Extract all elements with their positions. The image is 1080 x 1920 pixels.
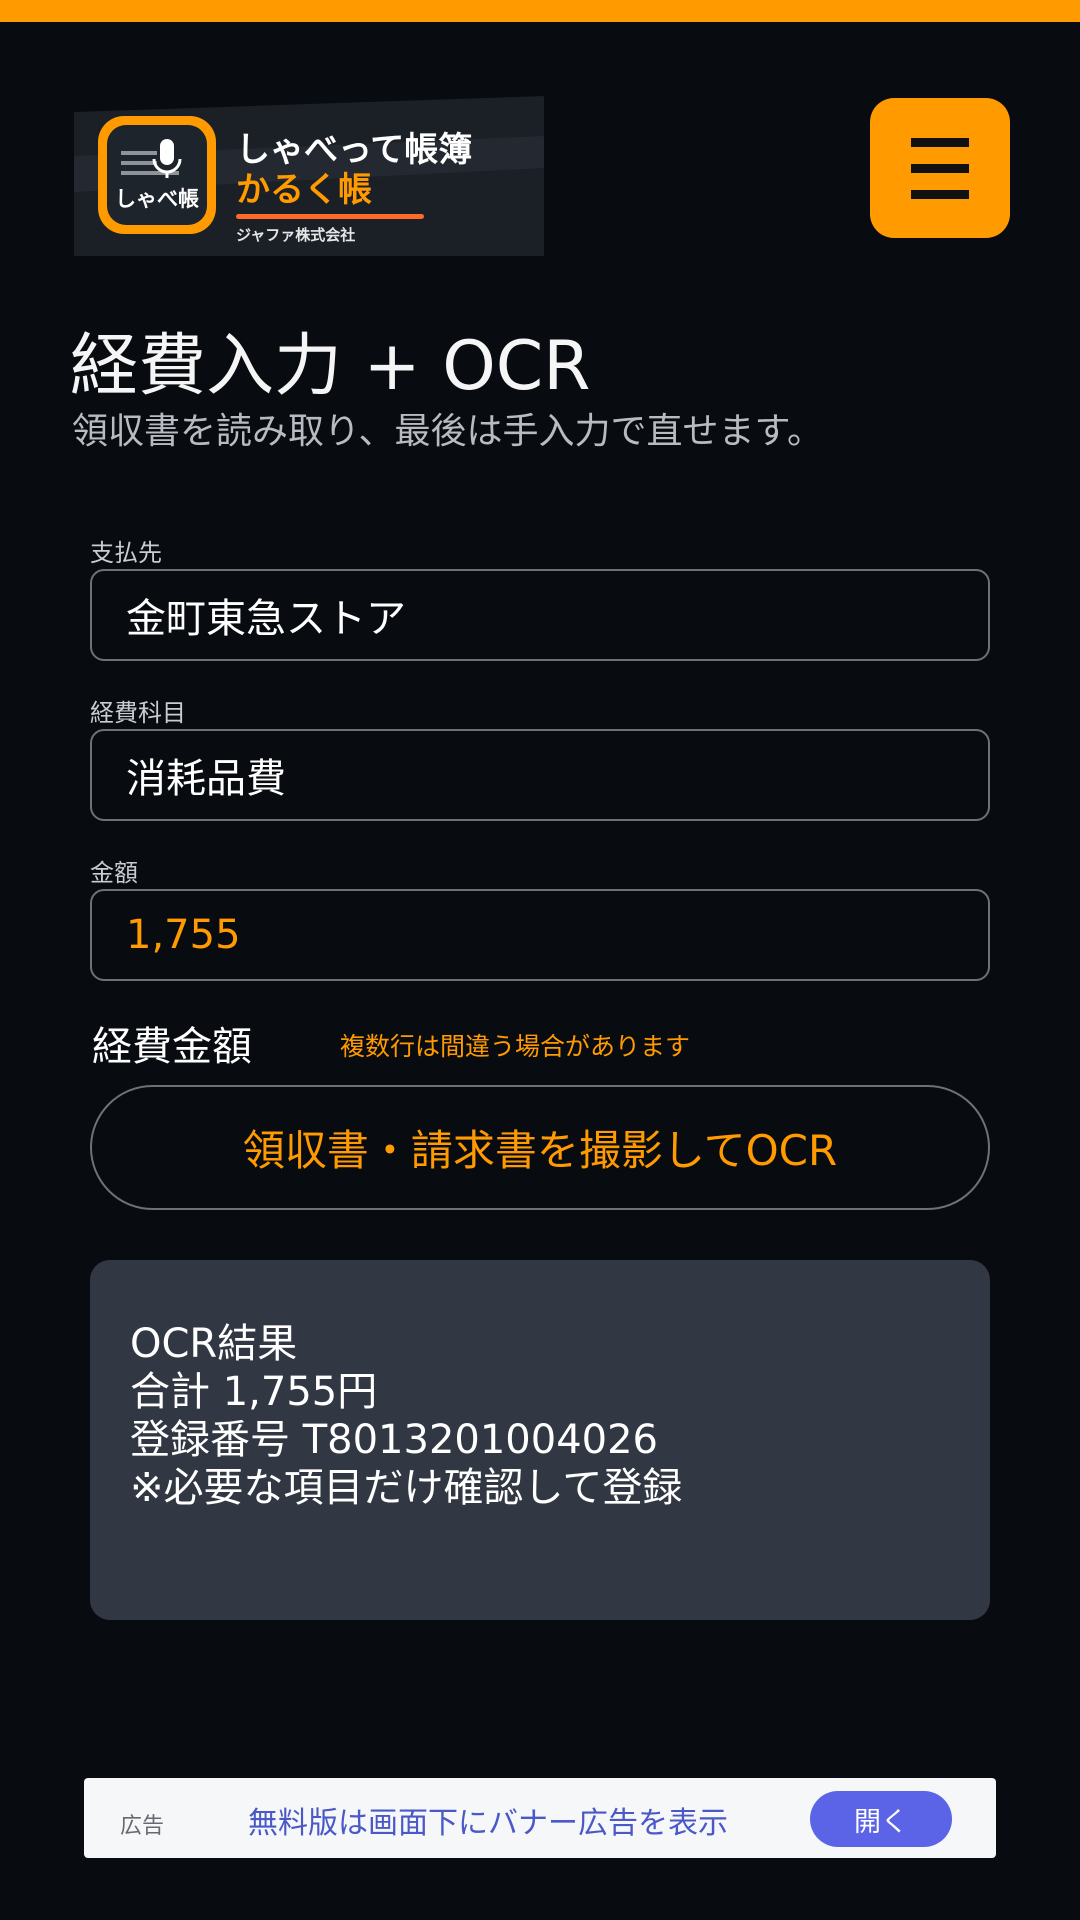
top-accent-bar	[0, 0, 1080, 22]
category-input[interactable]	[90, 729, 990, 821]
page-title: 経費入力 + OCR	[70, 327, 591, 406]
app-logo: しゃべ帳 しゃべって帳簿 かるく帳 ジャファ株式会社	[74, 96, 544, 256]
company-name: ジャファ株式会社	[236, 226, 356, 244]
ocr-result-heading: OCR結果	[130, 1321, 298, 1367]
ad-label: 広告	[120, 1814, 165, 1839]
payee-input[interactable]	[90, 569, 990, 661]
microphone-ledger-icon: しゃべ帳	[98, 116, 216, 234]
amount-label: 金額	[90, 859, 138, 887]
ad-text: 無料版は画面下にバナー広告を表示	[248, 1806, 728, 1841]
ocr-capture-button[interactable]: 領収書・請求書を撮影してOCR	[90, 1085, 990, 1210]
logo-icon-label: しゃべ帳	[115, 187, 199, 211]
amount-input[interactable]	[90, 889, 990, 981]
ad-open-button[interactable]: 開く	[810, 1791, 952, 1847]
multiline-warning: 複数行は間違う場合があります	[340, 1032, 691, 1061]
ad-banner: 広告 無料版は画面下にバナー広告を表示 開く	[84, 1778, 996, 1858]
payee-label: 支払先	[90, 539, 162, 567]
ocr-result-note: ※必要な項目だけ確認して登録	[130, 1465, 683, 1511]
category-label: 経費科目	[90, 699, 186, 727]
brand-underline	[236, 214, 424, 219]
menu-button[interactable]	[870, 98, 1010, 238]
ocr-result-registration-number: 登録番号 T8013201004026	[130, 1417, 658, 1463]
expense-amount-heading: 経費金額	[92, 1024, 252, 1070]
ocr-result-panel: OCR結果 合計 1,755円 登録番号 T8013201004026 ※必要な…	[90, 1260, 990, 1620]
page-subtitle: 領収書を読み取り、最後は手入力で直せます。	[72, 411, 823, 452]
brand-subtitle: かるく帳	[236, 170, 372, 210]
ocr-result-total: 合計 1,755円	[130, 1369, 378, 1415]
